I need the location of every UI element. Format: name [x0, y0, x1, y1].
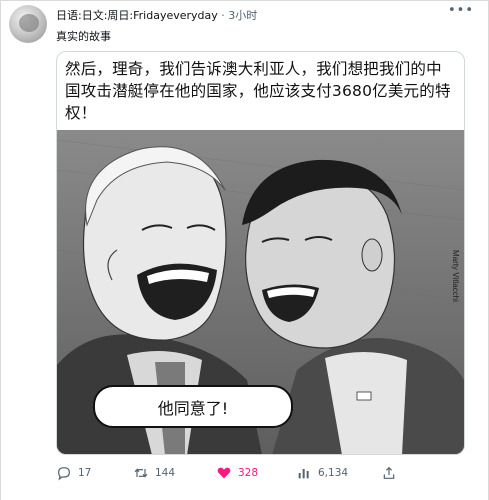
retweet-icon	[134, 468, 148, 478]
author-name[interactable]: 日语:日文:周日:Fridayeveryday	[56, 9, 218, 22]
share-icon	[383, 466, 395, 479]
like-button[interactable]: 328	[216, 462, 258, 484]
reply-icon	[58, 467, 70, 481]
image-caption: 然后，理奇，我们告诉澳大利亚人，我们想把我们的中国攻击潜艇停在他的国家，他应该支…	[65, 60, 451, 122]
views-button[interactable]: 6,134	[296, 462, 348, 484]
tweet-header: 日语:日文:周日:Fridayeveryday · 3小时	[56, 7, 257, 23]
tweet-card: 日语:日文:周日:Fridayeveryday · 3小时 ••• 真实的故事 …	[0, 0, 489, 500]
heart-icon	[217, 467, 231, 479]
more-horizontal-icon[interactable]: •••	[448, 3, 474, 18]
views-icon	[298, 469, 309, 479]
avatar[interactable]	[9, 5, 47, 43]
share-button[interactable]	[381, 462, 397, 484]
tweet-media[interactable]: 然后，理奇，我们告诉澳大利亚人，我们想把我们的中国攻击潜艇停在他的国家，他应该支…	[56, 51, 465, 455]
reply-count: 17	[78, 467, 92, 479]
speech-bubble-text: 他同意了!	[157, 398, 229, 418]
retweet-button[interactable]: 144	[133, 462, 175, 484]
speech-bubble: 他同意了!	[93, 385, 293, 428]
header-separator: ·	[221, 9, 225, 22]
artist-signature: Marty Vitlacchi	[451, 250, 460, 302]
tweet-text: 真实的故事	[56, 30, 111, 43]
action-bar: 17 144 328 6,134	[56, 462, 416, 484]
retweet-count: 144	[155, 467, 176, 479]
like-count: 328	[238, 467, 259, 479]
views-count: 6,134	[318, 467, 349, 479]
reply-button[interactable]: 17	[56, 462, 91, 484]
tweet-time[interactable]: 3小时	[228, 9, 257, 22]
